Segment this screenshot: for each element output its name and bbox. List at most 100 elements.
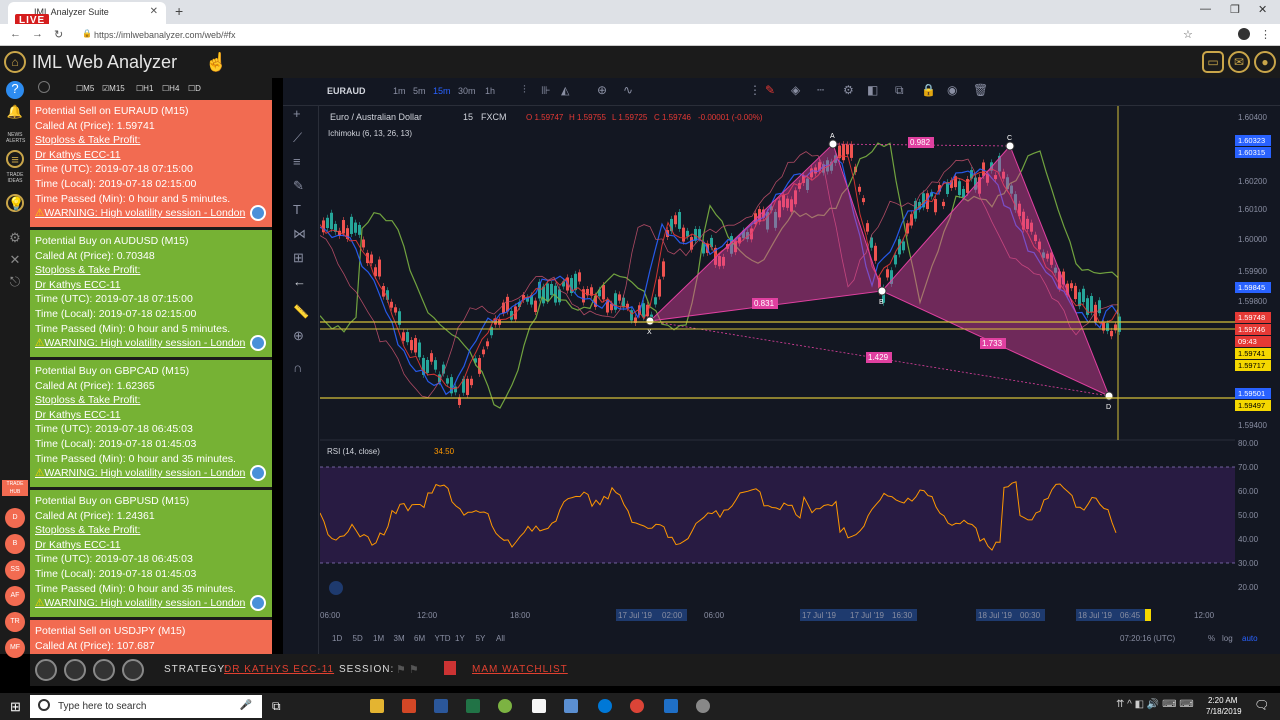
sl-tp-link[interactable]: Stoploss & Take Profit: [35,523,267,538]
interval-1m[interactable]: 1m [393,86,406,96]
new-tab-icon[interactable]: + [175,3,183,19]
candles-icon[interactable]: ⫶ [523,84,526,97]
alert-card[interactable]: Potential Buy on AUDUSD (M15) Called At … [30,230,272,357]
tf-d[interactable]: ☐D [188,84,201,93]
scale-log[interactable]: log [1222,634,1233,643]
lock-drawing-icon[interactable]: 🔒 [921,83,936,97]
hub-item-1[interactable]: D [5,508,25,528]
ruler-icon[interactable]: 📏 [293,304,309,320]
brush-icon[interactable]: ✎ [293,178,304,194]
microphone-icon[interactable]: 🎤 [240,700,252,711]
powerpoint-icon[interactable] [402,699,416,713]
scale-auto[interactable]: auto [1242,634,1258,643]
zoom-icon[interactable]: ⊕ [293,328,304,344]
file-explorer-icon[interactable] [370,699,384,713]
hub-item-3[interactable]: SS [5,560,25,580]
range-button-all[interactable]: All [496,634,505,643]
range-button-1y[interactable]: 1Y [455,634,465,643]
line-style-icon[interactable]: ┄ [817,83,824,97]
app3-icon[interactable] [696,699,710,713]
trash-icon[interactable]: 🗑 [973,83,988,97]
trend-line-icon[interactable]: ⟋ [293,130,302,146]
hub-item-4[interactable]: AF [5,586,25,606]
clone-icon[interactable]: ⧉ [895,83,904,98]
text-icon[interactable]: T [293,202,301,217]
measure-icon[interactable]: ⊞ [293,250,304,266]
taskbar-search[interactable]: Type here to search 🎤 [30,695,262,718]
chrome-icon[interactable] [630,699,644,713]
bookmark-star-icon[interactable]: ☆ [1183,28,1193,41]
interval-5m[interactable]: 5m [413,86,426,96]
user-avatar-icon[interactable]: ● [1254,51,1276,73]
bars-icon[interactable]: ⊪ [541,84,551,97]
alert-bell-icon[interactable] [250,335,266,351]
magnet-icon[interactable]: ∩ [293,360,302,375]
task-view-icon[interactable]: ⧉ [272,699,281,714]
range-button-1d[interactable]: 1D [332,634,342,643]
grid-handle-icon[interactable]: ⋮ [749,83,761,97]
alert-card[interactable]: Potential Buy on GBPUSD (M15) Called At … [30,490,272,617]
filter-toggle-icon[interactable] [38,81,50,93]
forward-icon[interactable]: → [32,28,43,40]
windows-start-icon[interactable]: ⊞ [10,699,21,715]
url-field[interactable]: 🔒 https://imlwebanalyzer.com/web/#fx [80,27,1180,43]
exit-icon[interactable]: ⎋ [6,274,24,292]
tf-m15[interactable]: ☑M15 [102,84,125,93]
eye-icon[interactable]: ◉ [947,83,957,97]
alert-bell-icon[interactable] [250,205,266,221]
mail-icon[interactable]: ✉ [1228,51,1250,73]
outlook-icon[interactable] [664,699,678,713]
system-tray-icons[interactable]: ⇈ ^ ◧ 🔊 ⌨ ⌨ [1116,699,1194,710]
bar-chart-icon[interactable] [93,659,115,681]
symbol-selector[interactable]: EURAUD [327,86,366,96]
trade-ideas-icon[interactable]: ≡ [6,150,24,168]
range-button-3m[interactable]: 3M [394,634,405,643]
strategy-link[interactable]: Dr Kathys ECC-11 [35,408,267,423]
close-window-icon[interactable]: ✕ [1258,3,1267,16]
tf-h1[interactable]: ☐H1 [136,84,153,93]
hub-item-2[interactable]: B [5,534,25,554]
lightbulb-icon[interactable]: 💡 [6,194,24,212]
alert-card[interactable]: Potential Sell on USDJPY (M15) Called At… [30,620,272,654]
alert-bell-icon[interactable] [250,595,266,611]
screen-icon[interactable]: ▭ [1202,51,1224,73]
crosshair-icon[interactable]: + [293,106,301,121]
interval-15m[interactable]: 15m [433,86,451,96]
watchlist-link[interactable]: MAM WATCHLIST [472,664,568,675]
menu-dots-icon[interactable]: ⋮ [1260,28,1271,41]
strategy-link[interactable]: Dr Kathys ECC-11 [35,538,267,553]
alert-card[interactable]: Potential Buy on GBPCAD (M15) Called At … [30,360,272,487]
settings-icon[interactable]: ⚙ [843,83,854,97]
alert-bell-icon[interactable] [250,465,266,481]
indicators-icon[interactable]: ⊕ [597,83,607,97]
app-icon[interactable] [498,699,512,713]
edge-icon[interactable] [598,699,612,713]
sl-tp-link[interactable]: Stoploss & Take Profit: [35,393,267,408]
help-icon[interactable]: ? [6,81,24,99]
gauge-icon[interactable] [35,659,57,681]
bell-icon[interactable]: 🔔 [6,104,24,122]
range-button-6m[interactable]: 6M [414,634,425,643]
interval-30m[interactable]: 30m [458,86,476,96]
sl-tp-link[interactable]: Stoploss & Take Profit: [35,133,267,148]
arrow-left-icon[interactable]: ← [293,274,306,289]
price-chart[interactable]: Euro / Australian Dollar 15 FXCM O 1.597… [320,106,1280,654]
fill-bucket-icon[interactable]: ◈ [791,83,800,97]
range-button-5d[interactable]: 5D [353,634,363,643]
range-button-ytd[interactable]: YTD [435,634,451,643]
hub-item-6[interactable]: MF [5,638,25,658]
interval-1h[interactable]: 1h [485,86,495,96]
maximize-icon[interactable]: ❐ [1230,3,1240,16]
app2-icon[interactable] [564,699,578,713]
home-icon[interactable]: ⌂ [4,51,26,73]
sl-tp-link[interactable]: Stoploss & Take Profit: [35,263,267,278]
dollar-icon[interactable] [64,659,86,681]
excel-icon[interactable] [466,699,480,713]
layers-icon[interactable]: ◧ [867,83,878,97]
area-chart-icon[interactable]: ◭ [561,84,569,97]
reload-icon[interactable]: ↻ [54,28,63,41]
triangle-icon[interactable] [122,659,144,681]
notepad-icon[interactable] [532,699,546,713]
tools-icon[interactable]: ✕ [6,252,24,270]
gear-icon[interactable]: ⚙ [6,230,24,248]
